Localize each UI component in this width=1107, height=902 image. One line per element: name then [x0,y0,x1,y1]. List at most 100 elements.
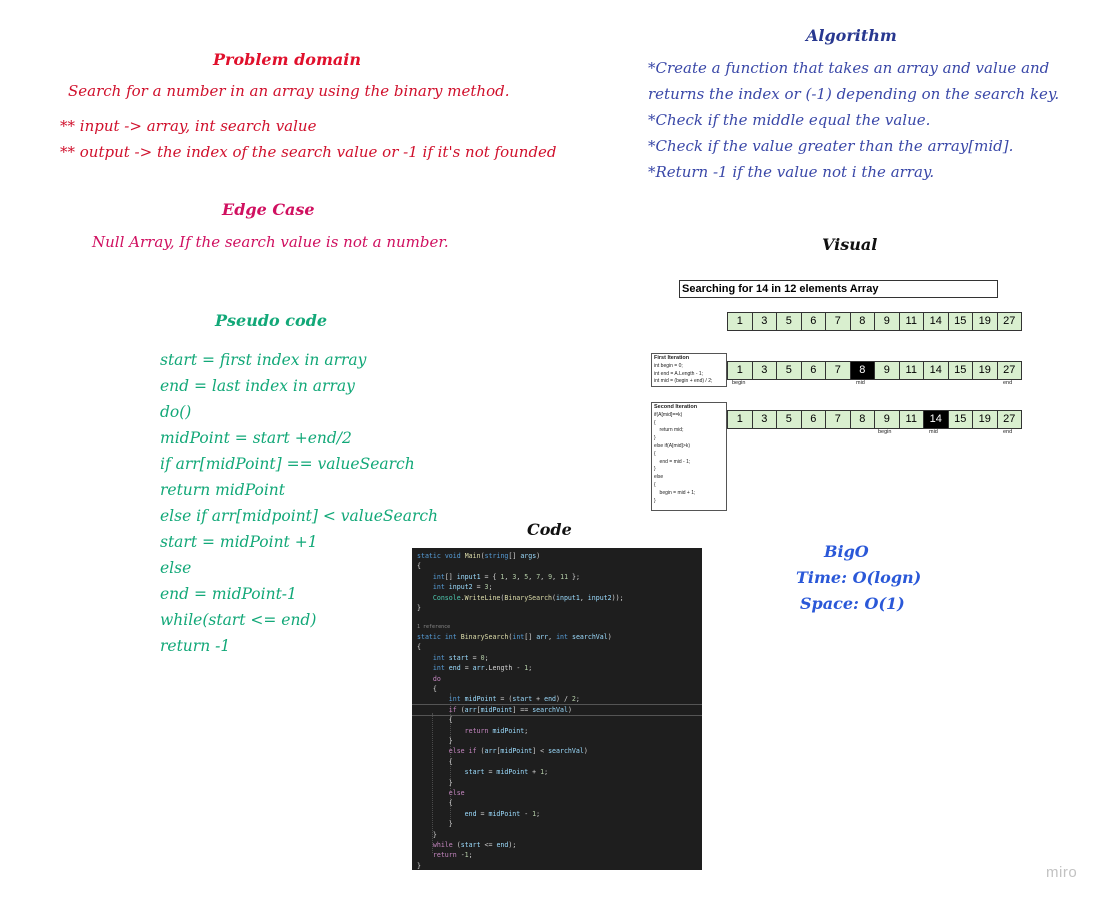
array-cell: 1 [728,410,753,429]
iteration-note: begin = mid + 1; [654,489,696,496]
marker-mid: mid [929,429,938,435]
first-iteration-box: First Iteration int begin = 0; int end =… [651,353,727,387]
array-cell: 5 [777,410,802,429]
first-iteration-title: First Iteration [654,355,690,361]
array-cell: 11 [899,410,924,429]
array-cell: 7 [826,312,851,331]
array-cell: 6 [801,410,826,429]
array-cell: 1 [728,312,753,331]
bigo-space: Space: O(1) [800,594,905,613]
code-heading: Code [527,520,572,539]
pseudo-line: return -1 [160,637,231,655]
second-iteration-title: Second Iteration [654,404,698,410]
visual-title: Searching for 14 in 12 elements Array [679,280,998,298]
algorithm-line: returns the index or (-1) depending on t… [648,85,1060,103]
iteration-note: { [654,419,656,426]
array-cell: 9 [875,410,900,429]
array-cell: 9 [875,312,900,331]
array-cell: 15 [948,312,973,331]
code-reference-count: 1 reference [417,624,451,630]
algorithm-line: *Return -1 if the value not i the array. [648,163,935,181]
array-cell: 27 [997,361,1022,380]
array-cell: 5 [777,312,802,331]
visual-heading: Visual [822,235,878,254]
array-cell: 8 [850,312,875,331]
algorithm-line: *Create a function that takes an array a… [648,59,1050,77]
array-cell: 19 [973,312,998,331]
array-cell: 7 [826,361,851,380]
pseudo-code-block: start = first index in array end = last … [160,347,438,659]
marker-begin: begin [878,429,892,435]
pseudo-line: end = last index in array [160,377,355,395]
array-cell: 11 [899,312,924,331]
iteration-note: } [654,497,656,504]
pseudo-code-heading: Pseudo code [215,311,328,330]
iteration-note: if(A[mid]==k) [654,411,683,418]
array-cell: 8 [850,410,875,429]
problem-domain-heading: Problem domain [213,50,361,69]
marker-mid: mid [856,380,865,386]
array-cell: 3 [752,312,777,331]
pseudo-line: do() [160,403,192,421]
edge-case-heading: Edge Case [222,200,315,219]
pseudo-line: midPoint = start +end/2 [160,429,352,447]
array-cell: 3 [752,361,777,380]
array-cell: 19 [973,410,998,429]
array-cell: 19 [973,361,998,380]
pseudo-line: end = midPoint-1 [160,585,297,603]
algorithm-line: *Check if the middle equal the value. [648,111,931,129]
iteration-note: else [654,474,664,481]
array-row-initial: 1 3 5 6 7 8 9 11 14 15 19 27 [727,312,1022,331]
iteration-note: } [654,435,656,442]
miro-watermark: miro [1046,864,1078,881]
array-cell: 6 [801,361,826,380]
array-cell: 8 [850,361,875,380]
array-cell: 9 [875,361,900,380]
pseudo-line: start = midPoint +1 [160,533,318,551]
pseudo-line: return midPoint [160,481,285,499]
code-editor: static void Main(string[] args) { int[] … [412,548,702,870]
iteration-note: { [654,450,656,457]
pseudo-line: if arr[midPoint] == valueSearch [160,455,415,473]
second-iteration-box: Second Iteration if(A[mid]==k) { return … [651,402,727,511]
array-cell: 14 [924,410,949,429]
iteration-note: else if(A[mid]>k) [654,442,690,449]
bigo-heading: BigO [824,542,869,561]
algorithm-block: *Create a function that takes an array a… [648,55,1059,185]
pseudo-line: while(start <= end) [160,611,317,629]
iteration-note: return mid; [654,427,684,434]
bigo-time: Time: O(logn) [796,568,922,587]
array-cell: 15 [948,410,973,429]
array-cell: 1 [728,361,753,380]
iteration-note: int end = A.Length - 1; [654,370,704,377]
pseudo-line: else [160,559,192,577]
array-cell: 14 [924,312,949,331]
iteration-note: { [654,481,656,488]
edge-case-text: Null Array, If the search value is not a… [92,233,449,251]
problem-output: ** output -> the index of the search val… [60,143,557,161]
array-cell: 14 [924,361,949,380]
array-cell: 15 [948,361,973,380]
pseudo-line: else if arr[midpoint] < valueSearch [160,507,439,525]
array-row-second-iteration: 1 3 5 6 7 8 9 11 14 15 19 27 [727,410,1022,429]
array-cell: 6 [801,312,826,331]
array-cell: 7 [826,410,851,429]
array-cell: 11 [899,361,924,380]
array-cell: 3 [752,410,777,429]
array-cell: 5 [777,361,802,380]
iteration-note: end = mid - 1; [654,458,691,465]
algorithm-line: *Check if the value greater than the arr… [648,137,1014,155]
iteration-note: int mid = (begin + end) / 2; [654,378,713,385]
problem-input: ** input -> array, int search value [60,117,317,135]
pseudo-line: start = first index in array [160,351,367,369]
iteration-note: int begin = 0; [654,362,683,369]
array-cell: 27 [997,312,1022,331]
array-row-first-iteration: 1 3 5 6 7 8 9 11 14 15 19 27 [727,361,1022,380]
array-cell: 27 [997,410,1022,429]
problem-domain-description: Search for a number in an array using th… [68,82,510,100]
algorithm-heading: Algorithm [806,26,897,45]
marker-begin: begin [732,380,746,386]
marker-end: end [1003,380,1013,386]
iteration-note: } [654,466,656,473]
marker-end: end [1003,429,1013,435]
